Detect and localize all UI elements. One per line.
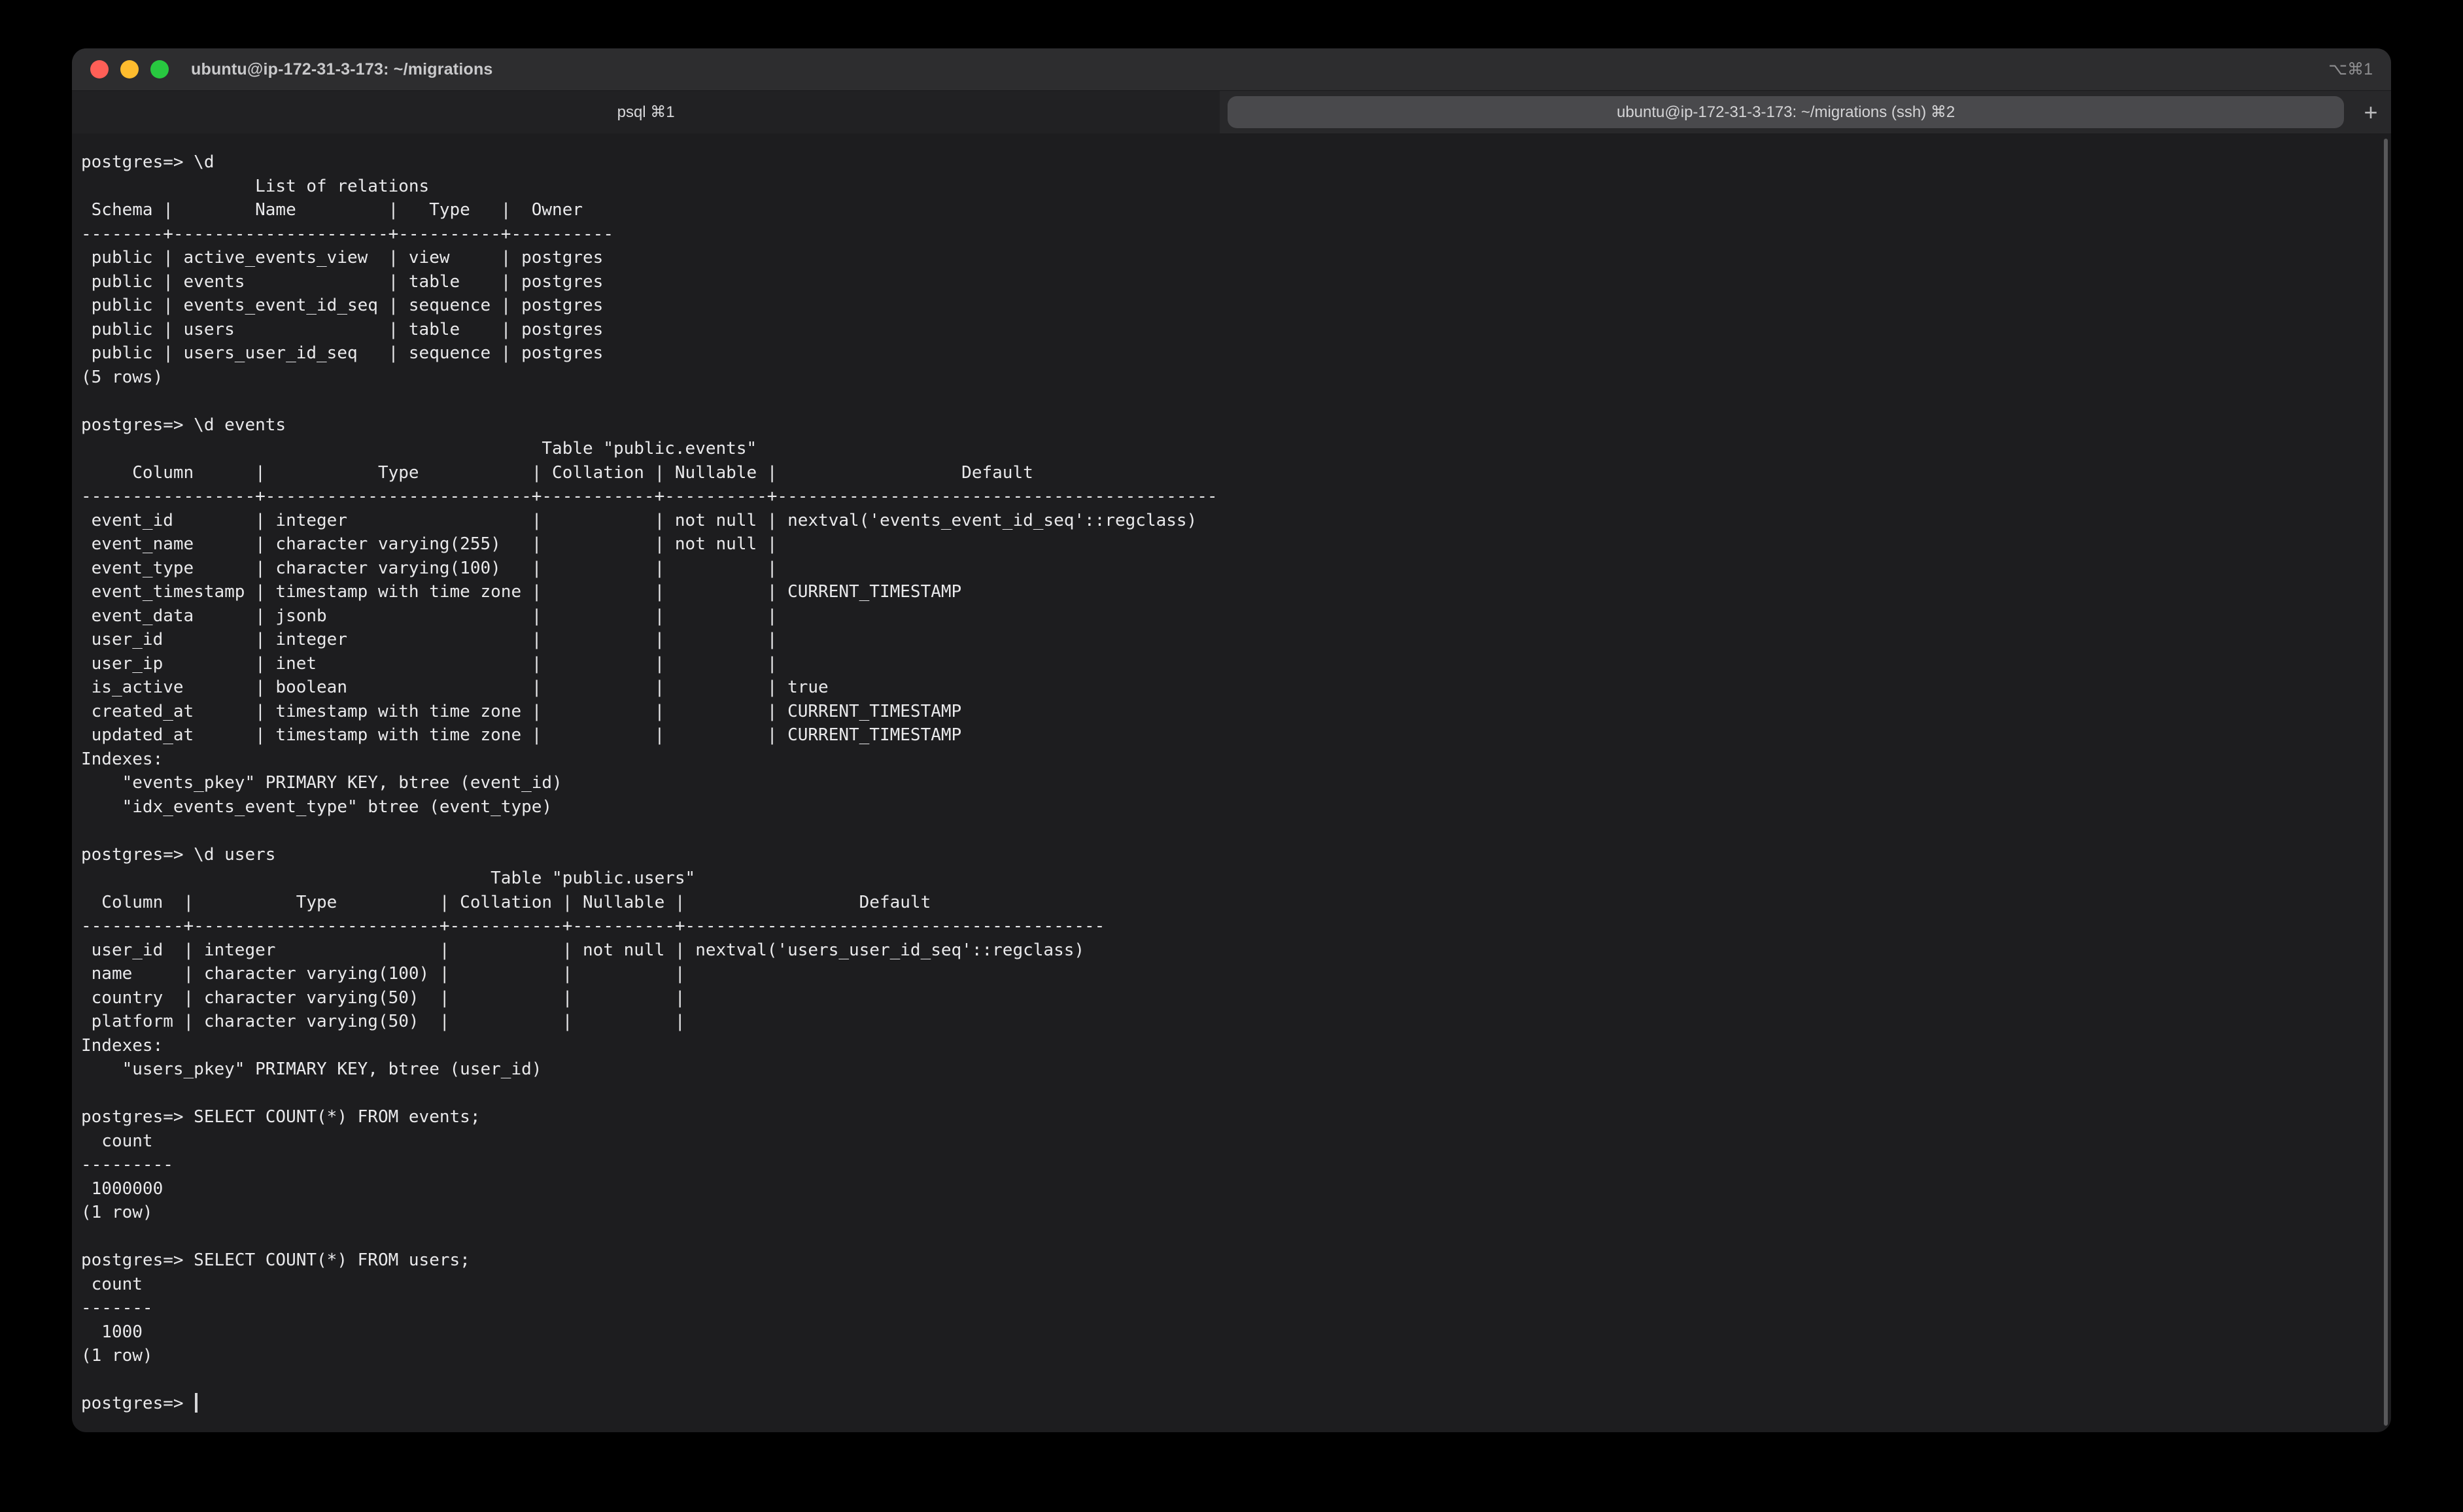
text-cursor [195, 1393, 198, 1413]
prompt-text: postgres=> [81, 1394, 194, 1413]
tab-ssh-migrations-label: ubuntu@ip-172-31-3-173: ~/migrations (ss… [1617, 103, 1955, 122]
close-button[interactable] [90, 60, 109, 78]
window-shortcut-hint: ⌥⌘1 [2328, 60, 2373, 79]
traffic-lights [72, 60, 169, 78]
terminal-content[interactable]: postgres=> \d List of relations Schema |… [72, 133, 2391, 1432]
titlebar[interactable]: ubuntu@ip-172-31-3-173: ~/migrations ⌥⌘1 [72, 48, 2391, 91]
prompt-line: postgres=> [81, 1392, 2391, 1416]
new-tab-button[interactable]: + [2351, 91, 2391, 133]
desktop: ubuntu@ip-172-31-3-173: ~/migrations ⌥⌘1… [0, 0, 2463, 1512]
tab-ssh-migrations[interactable]: ubuntu@ip-172-31-3-173: ~/migrations (ss… [1228, 96, 2344, 128]
tab-psql-label: psql ⌘1 [617, 103, 675, 122]
zoom-button[interactable] [150, 60, 169, 78]
minimize-button[interactable] [120, 60, 139, 78]
plus-icon: + [2364, 99, 2377, 126]
terminal-window: ubuntu@ip-172-31-3-173: ~/migrations ⌥⌘1… [72, 48, 2391, 1432]
tab-bar: psql ⌘1 ubuntu@ip-172-31-3-173: ~/migrat… [72, 91, 2391, 133]
scrollbar[interactable] [2384, 139, 2388, 1426]
terminal-output: postgres=> \d List of relations Schema |… [81, 150, 2391, 1368]
window-title: ubuntu@ip-172-31-3-173: ~/migrations [191, 60, 493, 79]
tab-psql[interactable]: psql ⌘1 [72, 91, 1220, 133]
